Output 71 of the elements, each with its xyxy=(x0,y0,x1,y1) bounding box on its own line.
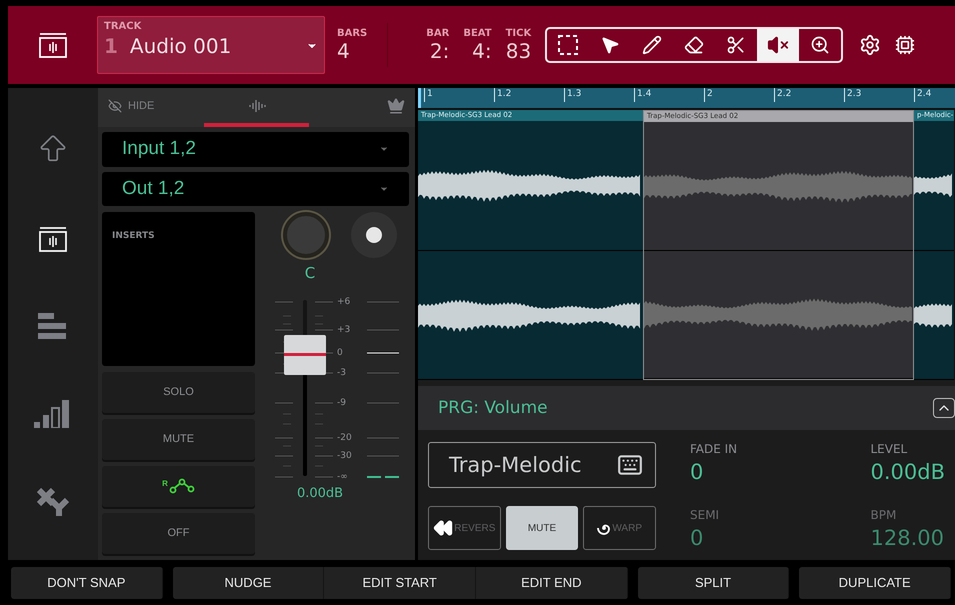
track-label: TRACK xyxy=(104,21,142,32)
signal-bars-icon xyxy=(34,400,72,428)
fader-handle[interactable] xyxy=(284,334,326,375)
muted-speaker-icon xyxy=(767,34,790,56)
pointer-icon xyxy=(600,35,620,55)
zoom-icon xyxy=(810,35,830,55)
scale-label: +6 xyxy=(337,296,350,307)
waveform-icon xyxy=(38,226,68,254)
settings-button[interactable] xyxy=(859,34,882,56)
record-arm-button[interactable] xyxy=(351,212,397,258)
scale-label: -9 xyxy=(337,398,346,408)
eraser-icon xyxy=(684,35,704,55)
scale-label: -30 xyxy=(337,450,352,461)
param-value[interactable]: 0 xyxy=(690,460,704,484)
automation-button[interactable]: R xyxy=(102,466,255,507)
program-name[interactable]: PRG: Volume xyxy=(438,398,548,418)
param-label: SEMI xyxy=(690,508,720,522)
position-value[interactable]: 83 xyxy=(506,38,532,62)
track-selector[interactable]: TRACK 1 Audio 001 xyxy=(97,16,325,74)
crown-icon xyxy=(387,96,406,115)
input-dropdown[interactable]: Input 1,2 xyxy=(102,132,409,167)
ruler-label: 2 xyxy=(704,88,774,102)
pencil-icon xyxy=(642,35,662,55)
param-label: BPM xyxy=(870,508,896,522)
scale-label: 0 xyxy=(337,348,343,358)
ruler-label: 1.4 xyxy=(634,88,704,102)
waveform-icon xyxy=(38,32,68,58)
ruler-label: 1 xyxy=(424,88,494,102)
pan-value: C xyxy=(304,264,316,282)
ruler-label: 2.4 xyxy=(914,88,955,102)
clip-name-field[interactable]: Trap-Melodic xyxy=(428,442,656,488)
tool-button[interactable] xyxy=(757,29,800,61)
position-value[interactable]: 2: xyxy=(430,38,450,62)
position-label: BAR xyxy=(426,28,450,38)
ruler-label: 2.2 xyxy=(774,88,844,102)
volume-value: 0.00dB xyxy=(296,486,344,501)
scale-label: -20 xyxy=(337,432,352,443)
bars-value[interactable]: 4 xyxy=(337,38,368,62)
position-label: BEAT xyxy=(463,28,492,38)
param-value[interactable]: 0.00dB xyxy=(870,460,945,484)
chip-button[interactable] xyxy=(895,35,916,55)
param-label: LEVEL xyxy=(870,442,908,456)
mixer-button[interactable]: SOLO xyxy=(102,372,255,413)
bars-icon xyxy=(38,313,68,340)
ruler-label: 2.3 xyxy=(844,88,914,102)
position-value[interactable]: 4: xyxy=(472,38,492,62)
ruler-label: 1.2 xyxy=(494,88,564,102)
scissors-icon xyxy=(726,35,746,55)
bars-label: BARS xyxy=(337,28,368,38)
position-label: TICK xyxy=(506,28,532,38)
param-label: FADE IN xyxy=(690,442,738,456)
mixer-button[interactable]: MUTE xyxy=(102,418,255,460)
track-name: Audio 001 xyxy=(130,34,232,58)
scale-label: -3 xyxy=(337,368,346,378)
output-dropdown[interactable]: Out 1,2 xyxy=(102,172,409,206)
xy-icon xyxy=(37,488,69,516)
clip-option-button[interactable]: MUTE xyxy=(506,506,578,550)
footer-button[interactable]: NUDGE xyxy=(172,566,324,598)
track-number: 1 xyxy=(104,34,118,58)
mixer-button[interactable]: OFF xyxy=(102,512,255,554)
scale-label: +3 xyxy=(337,324,350,335)
marquee-icon xyxy=(557,34,580,56)
eye-off-icon xyxy=(108,98,122,113)
waveform-icon xyxy=(248,100,266,112)
scale-label: -∞ xyxy=(337,472,348,482)
rewind-icon xyxy=(433,518,454,538)
automation-nodes-icon xyxy=(168,478,195,494)
inserts-label: INSERTS xyxy=(112,230,155,241)
ruler-label: 1.3 xyxy=(564,88,634,102)
collapse-button[interactable] xyxy=(933,398,955,418)
automation-mode-label: R xyxy=(162,478,168,488)
